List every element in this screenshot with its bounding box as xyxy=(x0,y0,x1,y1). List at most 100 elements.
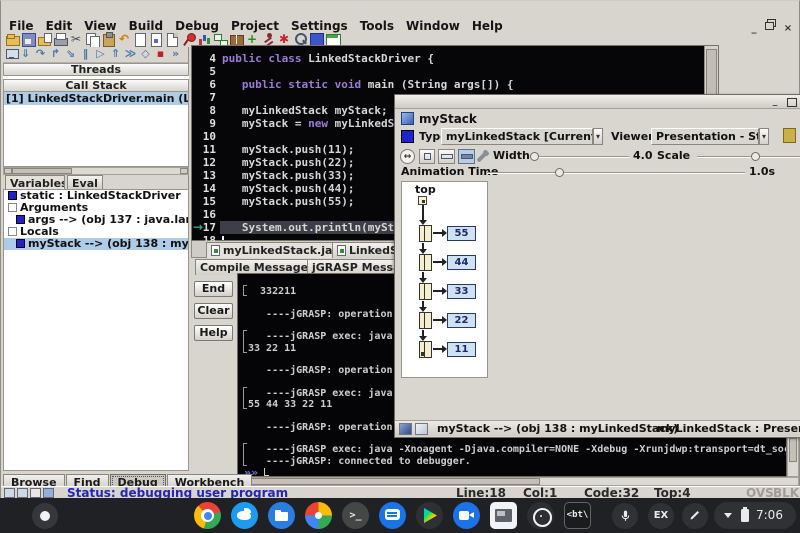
status-mini-icon[interactable] xyxy=(4,488,15,498)
minimize-button[interactable]: _ xyxy=(747,22,761,35)
callstack-list[interactable]: [1] LinkedStackDriver.main (Linke xyxy=(3,92,189,167)
clear-button[interactable]: Clear xyxy=(194,303,233,319)
file-tab[interactable]: myLinkedStack.java xyxy=(206,242,352,258)
variables-tabs: VariablesEval xyxy=(3,175,189,189)
menu-window[interactable]: Window xyxy=(400,17,466,35)
watch-icon[interactable] xyxy=(527,502,554,529)
width-label: Width xyxy=(493,148,530,164)
windowbar-item-icon[interactable] xyxy=(399,423,412,435)
end-button[interactable]: End xyxy=(194,281,233,297)
duo-icon[interactable] xyxy=(453,502,480,529)
chrome-icon[interactable] xyxy=(194,502,221,529)
stack-visualization-canvas[interactable]: top5544332211 xyxy=(401,181,488,378)
open-doc-icon[interactable] xyxy=(149,32,164,47)
stack-value-box: 33 xyxy=(447,284,476,299)
callstack-row[interactable]: [1] LinkedStackDriver.main (Linke xyxy=(4,92,188,105)
scroll-right-button[interactable] xyxy=(180,168,188,174)
print-icon[interactable] xyxy=(53,32,68,47)
scroll-thumb[interactable] xyxy=(240,478,540,485)
help-button[interactable]: Help xyxy=(194,325,233,341)
settings-wrench-icon[interactable] xyxy=(476,151,487,162)
auto-step-icon[interactable]: ≫ xyxy=(124,47,138,61)
viewer-maximize-button[interactable] xyxy=(785,97,797,107)
animation-time-slider-thumb[interactable] xyxy=(555,168,564,177)
copy-icon[interactable] xyxy=(85,32,100,47)
viewer-select[interactable]: Presentation - Struct... xyxy=(651,128,759,145)
variables-tree[interactable]: static : LinkedStackDriverArgumentsargs … xyxy=(3,189,189,471)
paste-icon[interactable] xyxy=(101,32,116,47)
generate-doc-icon[interactable] xyxy=(165,32,180,47)
ex-button[interactable]: EX xyxy=(648,503,674,529)
debug-windows-icon[interactable] xyxy=(4,47,18,61)
breakpoint-icon[interactable]: ◇ xyxy=(139,47,153,61)
step-over-icon[interactable]: ↷ xyxy=(34,47,48,61)
crosh-icon[interactable]: <bt\ xyxy=(564,502,591,529)
type-dropdown-icon[interactable]: ▾ xyxy=(593,128,603,145)
tab-variables[interactable]: Variables xyxy=(5,175,65,189)
twitter-icon[interactable] xyxy=(231,502,258,529)
windowbar-item-label[interactable]: myStack --> (obj 138 : myLinkedStack) xyxy=(437,422,678,436)
more-icon[interactable]: » xyxy=(169,47,183,61)
tab-eval[interactable]: Eval xyxy=(67,175,103,189)
type-select[interactable]: myLinkedStack [Current] xyxy=(441,128,593,145)
status-mini-icon[interactable] xyxy=(43,488,54,498)
lock-icon[interactable] xyxy=(783,128,796,143)
windowbar-item-icon[interactable] xyxy=(415,423,428,435)
width-slider[interactable] xyxy=(531,156,629,158)
save-as-icon[interactable] xyxy=(37,32,52,47)
stylus-button[interactable] xyxy=(682,503,708,529)
stop-icon[interactable]: ▪ xyxy=(154,47,168,61)
scroll-thumb[interactable] xyxy=(789,438,797,462)
menu-tools[interactable]: Tools xyxy=(354,17,400,35)
clock: 7:06 xyxy=(756,502,783,529)
step-out-icon[interactable]: ↱ xyxy=(49,47,63,61)
scroll-thumb[interactable] xyxy=(12,168,72,174)
console-hscrollbar[interactable] xyxy=(237,477,799,486)
terminal-icon[interactable]: >_ xyxy=(342,502,369,529)
cut-icon[interactable]: ✂ xyxy=(69,32,84,47)
messages-icon[interactable] xyxy=(379,502,406,529)
animation-time-slider[interactable] xyxy=(487,172,745,174)
scale-slider[interactable] xyxy=(697,156,800,158)
screenshot-icon[interactable] xyxy=(490,502,517,529)
callstack-scrollbar[interactable] xyxy=(3,167,189,175)
menu-help[interactable]: Help xyxy=(466,17,509,35)
step-icon[interactable]: ⇓ xyxy=(19,47,33,61)
resume-icon[interactable]: ▷ xyxy=(94,47,108,61)
console-line: 33 22 11 xyxy=(248,343,296,354)
windowbar-item-label[interactable]: myLinkedStack : Presenta xyxy=(657,422,800,436)
layout-square-button[interactable] xyxy=(419,149,435,164)
open-file-icon[interactable] xyxy=(5,32,20,47)
viewer-minimize-button[interactable]: _ xyxy=(769,97,781,107)
scroll-left-button[interactable] xyxy=(4,168,12,174)
scale-slider-thumb[interactable] xyxy=(751,152,760,161)
system-tray[interactable]: 7:06 xyxy=(714,502,796,529)
save-file-icon[interactable] xyxy=(21,32,36,47)
viewer-dropdown-icon[interactable]: ▾ xyxy=(759,128,769,145)
suspend-icon[interactable]: ⇑ xyxy=(109,47,123,61)
tree-item[interactable]: myStack --> (obj 138 : myLinked xyxy=(4,238,188,250)
photos-icon[interactable] xyxy=(305,502,332,529)
pause-icon[interactable]: ‖ xyxy=(79,47,93,61)
new-file-icon[interactable] xyxy=(133,32,148,47)
status-mini-icon[interactable] xyxy=(30,488,41,498)
layout-wide-button[interactable] xyxy=(438,149,455,164)
step-into-icon[interactable]: ⇘ xyxy=(64,47,78,61)
undo-icon[interactable]: ↶ xyxy=(117,32,132,47)
viewer-window[interactable]: _ myStack Type myLinkedStack [Current] ▾… xyxy=(394,94,800,438)
console-line: ----jGRASP exec: java -Xnoagent -Djava.c… xyxy=(248,444,787,455)
width-slider-thumb[interactable] xyxy=(530,152,539,161)
ex-label: EX xyxy=(654,510,669,521)
play-icon[interactable] xyxy=(416,502,443,529)
restore-button[interactable] xyxy=(764,18,778,31)
console-line: ----jGRASP: connected to debugger. xyxy=(248,456,471,467)
viewer-titlebar[interactable]: _ xyxy=(395,95,800,109)
pan-mode-icon[interactable]: ↔ xyxy=(400,149,415,164)
mic-button[interactable] xyxy=(612,503,638,529)
close-button[interactable]: × xyxy=(781,22,795,35)
status-mini-icon[interactable] xyxy=(17,488,28,498)
launcher-button[interactable] xyxy=(32,503,58,529)
files-icon[interactable] xyxy=(268,502,295,529)
node-value-arrow-line xyxy=(433,290,442,292)
layout-filled-button[interactable] xyxy=(458,149,475,164)
